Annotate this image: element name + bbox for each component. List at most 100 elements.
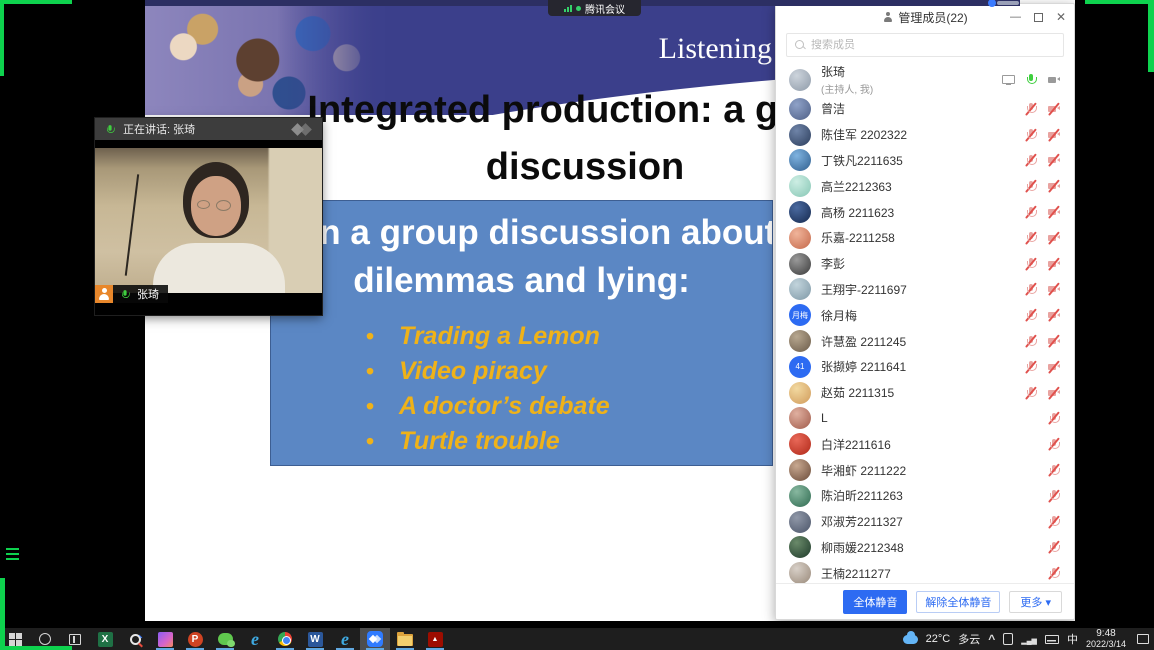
minimize-button[interactable]: — <box>1010 12 1021 22</box>
camera-muted-icon[interactable] <box>1047 386 1061 399</box>
search-box[interactable] <box>786 33 1064 57</box>
green-edge-artifact <box>0 0 72 4</box>
green-edge-artifact <box>0 646 72 650</box>
meeting-taskbar-button[interactable] <box>360 628 390 650</box>
ie-taskbar-button[interactable]: e <box>240 628 270 650</box>
member-row[interactable]: 柳雨媛2212348 <box>776 535 1074 561</box>
unmute-all-button[interactable]: 解除全体静音 <box>916 591 1000 613</box>
weather-cloud-icon[interactable] <box>903 635 918 644</box>
mic-muted-icon[interactable] <box>1047 464 1061 477</box>
mic-muted-icon[interactable] <box>1024 206 1038 219</box>
camera-icon[interactable] <box>1047 73 1061 86</box>
camera-muted-icon[interactable] <box>1047 309 1061 322</box>
speaking-mic-icon <box>104 124 115 134</box>
wechat-taskbar-button[interactable] <box>210 628 240 650</box>
camera-muted-icon[interactable] <box>1047 128 1061 141</box>
video-window-header[interactable]: 正在讲话: 张琦 <box>95 118 322 140</box>
maximize-button[interactable] <box>1034 13 1043 22</box>
mic-muted-icon[interactable] <box>1024 360 1038 373</box>
member-row[interactable]: 张琦 (主持人, 我) <box>776 63 1074 96</box>
ie2-taskbar-button[interactable]: e <box>330 628 360 650</box>
camera-muted-icon[interactable] <box>1047 102 1061 115</box>
chrome-icon <box>278 632 292 646</box>
member-row[interactable]: 毕湘虾 2211222 <box>776 457 1074 483</box>
camera-muted-icon[interactable] <box>1047 180 1061 193</box>
member-row[interactable]: 王楠2211277 <box>776 560 1074 583</box>
ime-language-indicator[interactable]: 中 <box>1067 631 1078 647</box>
mic-icon[interactable] <box>1024 73 1038 86</box>
mic-muted-icon[interactable] <box>1024 128 1038 141</box>
search-taskbar-button[interactable] <box>120 628 150 650</box>
camera-muted-icon[interactable] <box>1047 231 1061 244</box>
word-taskbar-button[interactable]: W <box>300 628 330 650</box>
member-row[interactable]: 李彭 <box>776 251 1074 277</box>
excel-taskbar-button[interactable]: X <box>90 628 120 650</box>
member-name: 毕湘虾 2211222 <box>821 462 906 479</box>
clock[interactable]: 9:48 2022/3/14 <box>1086 629 1126 649</box>
mic-muted-icon[interactable] <box>1047 489 1061 502</box>
member-row[interactable]: 许慧盈 2211245 <box>776 328 1074 354</box>
member-row[interactable]: 邓淑芳2211327 <box>776 509 1074 535</box>
action-center-icon[interactable] <box>1137 634 1149 644</box>
camera-muted-icon[interactable] <box>1047 360 1061 373</box>
mic-muted-icon[interactable] <box>1024 283 1038 296</box>
mute-all-button[interactable]: 全体静音 <box>843 590 907 614</box>
speaker-video-window[interactable]: 正在讲话: 张琦 张琦 <box>95 118 322 315</box>
mic-muted-icon[interactable] <box>1024 231 1038 244</box>
member-list[interactable]: 张琦 (主持人, 我) 曾洁 陈佳军 2202322 <box>776 63 1074 583</box>
member-row[interactable]: 曾洁 <box>776 96 1074 122</box>
camera-muted-icon[interactable] <box>1047 154 1061 167</box>
mic-muted-icon[interactable] <box>1024 257 1038 270</box>
member-name: 陈泊昕2211263 <box>821 487 903 504</box>
slider-thumb-icon[interactable] <box>988 0 996 7</box>
explorer-taskbar-button[interactable] <box>390 628 420 650</box>
screen-share-icon[interactable] <box>1001 73 1015 86</box>
member-row[interactable]: 赵茹 2211315 <box>776 380 1074 406</box>
mic-muted-icon[interactable] <box>1047 541 1061 554</box>
mic-muted-icon[interactable] <box>1047 515 1061 528</box>
camera-muted-icon[interactable] <box>1047 257 1061 270</box>
search-input[interactable] <box>811 39 1055 51</box>
member-row[interactable]: 高兰2212363 <box>776 173 1074 199</box>
weather-temp[interactable]: 22°C <box>926 633 951 645</box>
panel-titlebar[interactable]: 管理成员(22) — ✕ <box>776 4 1074 30</box>
camera-muted-icon[interactable] <box>1047 335 1061 348</box>
photos-taskbar-button[interactable] <box>150 628 180 650</box>
member-row[interactable]: 陈泊昕2211263 <box>776 483 1074 509</box>
member-row[interactable]: 月梅 徐月梅 <box>776 302 1074 328</box>
mic-muted-icon[interactable] <box>1024 335 1038 348</box>
powerpoint-taskbar-button[interactable]: P <box>180 628 210 650</box>
device-icon[interactable] <box>1003 633 1013 645</box>
mic-muted-icon[interactable] <box>1047 412 1061 425</box>
camera-muted-icon[interactable] <box>1047 283 1061 296</box>
meeting-status-pill[interactable]: 腾讯会议 <box>548 0 641 16</box>
mic-muted-icon[interactable] <box>1024 102 1038 115</box>
member-row[interactable]: 高杨 2211623 <box>776 199 1074 225</box>
touch-keyboard-icon[interactable] <box>1045 635 1059 644</box>
member-row[interactable]: 丁铁凡2211635 <box>776 148 1074 174</box>
mic-muted-icon[interactable] <box>1024 154 1038 167</box>
weather-desc[interactable]: 多云 <box>958 631 980 647</box>
member-row[interactable]: 王翔宇-2211697 <box>776 277 1074 303</box>
more-button[interactable]: 更多 ▾ <box>1009 591 1062 613</box>
tray-expand-icon[interactable] <box>988 630 995 648</box>
network-signal-icon[interactable] <box>1021 630 1037 648</box>
mic-muted-icon[interactable] <box>1047 567 1061 580</box>
pdf-taskbar-button[interactable] <box>420 628 450 650</box>
search-icon <box>795 40 805 50</box>
member-row[interactable]: 41 张撷婷 2211641 <box>776 354 1074 380</box>
mic-muted-icon[interactable] <box>1024 309 1038 322</box>
cortana-icon <box>39 633 51 645</box>
chrome-taskbar-button[interactable] <box>270 628 300 650</box>
close-button[interactable]: ✕ <box>1056 10 1066 24</box>
mic-muted-icon[interactable] <box>1024 386 1038 399</box>
excel-icon: X <box>98 632 113 647</box>
member-row[interactable]: 陈佳军 2202322 <box>776 122 1074 148</box>
camera-muted-icon[interactable] <box>1047 206 1061 219</box>
member-row[interactable]: L <box>776 406 1074 432</box>
video-feed-area: 张琦 <box>95 140 322 315</box>
member-row[interactable]: 白洋2211616 <box>776 431 1074 457</box>
mic-muted-icon[interactable] <box>1047 438 1061 451</box>
mic-muted-icon[interactable] <box>1024 180 1038 193</box>
member-row[interactable]: 乐嘉-2211258 <box>776 225 1074 251</box>
